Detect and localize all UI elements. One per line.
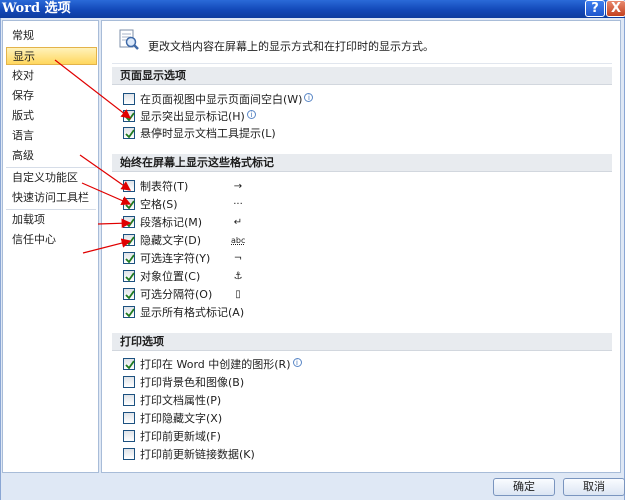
- checkbox-unchecked[interactable]: [123, 394, 135, 406]
- sidebar-item-save[interactable]: 保存: [3, 87, 98, 105]
- option-label: 可选分隔符(O): [140, 288, 213, 301]
- option-spaces[interactable]: 空格(S): [123, 198, 178, 212]
- paragraph-mark-icon: ↵: [233, 217, 243, 228]
- option-label: 对象位置(C): [140, 270, 201, 283]
- checkbox-checked[interactable]: [123, 306, 135, 318]
- checkbox-unchecked[interactable]: [123, 93, 135, 105]
- option-label: 可选连字符(Y): [140, 252, 211, 265]
- option-object-anchors[interactable]: 对象位置(C): [123, 270, 200, 284]
- checkbox-checked[interactable]: [123, 252, 135, 264]
- sidebar-divider: [6, 209, 96, 210]
- checkbox-unchecked[interactable]: [123, 430, 135, 442]
- optional-hyphen-mark-icon: ¬: [233, 253, 243, 264]
- sidebar-item-typography[interactable]: 版式: [3, 107, 98, 125]
- option-show-document-tooltips[interactable]: 悬停时显示文档工具提示(L): [123, 127, 276, 141]
- option-label: 打印隐藏文字(X): [140, 412, 223, 425]
- section-formatting-marks: 始终在屏幕上显示这些格式标记: [112, 154, 612, 172]
- sidebar-item-display[interactable]: 显示: [6, 47, 97, 65]
- option-label: 段落标记(M): [140, 216, 203, 229]
- option-label: 显示所有格式标记(A): [140, 306, 245, 319]
- info-icon: i: [304, 93, 314, 102]
- option-label: 打印在 Word 中创建的图形(R): [140, 358, 291, 371]
- checkbox-unchecked[interactable]: [123, 180, 135, 192]
- sidebar: 常规 显示 校对 保存 版式 语言 高级 自定义功能区 快速访问工具栏 加载项 …: [2, 20, 99, 473]
- ok-button[interactable]: 确定: [493, 478, 555, 496]
- option-label: 打印前更新链接数据(K): [140, 448, 255, 461]
- option-print-hidden-text[interactable]: 打印隐藏文字(X): [123, 412, 222, 426]
- option-hidden-text[interactable]: 隐藏文字(D): [123, 234, 201, 248]
- checkbox-checked[interactable]: [123, 198, 135, 210]
- sidebar-item-proofing[interactable]: 校对: [3, 67, 98, 85]
- option-label: 打印文档属性(P): [140, 394, 222, 407]
- option-paragraph-marks[interactable]: 段落标记(M): [123, 216, 202, 230]
- window-title: Word 选项: [2, 1, 71, 16]
- tab-mark-icon: →: [233, 181, 243, 192]
- option-label: 在页面视图中显示页面间空白(W): [140, 93, 303, 106]
- help-button[interactable]: ?: [585, 0, 605, 17]
- header-divider: [112, 63, 612, 64]
- checkbox-checked[interactable]: [123, 270, 135, 282]
- sidebar-item-language[interactable]: 语言: [3, 127, 98, 145]
- sidebar-item-quick-access-toolbar[interactable]: 快速访问工具栏: [3, 189, 98, 207]
- option-print-document-properties[interactable]: 打印文档属性(P): [123, 394, 221, 408]
- option-label: 显示突出显示标记(H): [140, 110, 245, 123]
- options-panel: 更改文档内容在屏幕上的显示方式和在打印时的显示方式。 页面显示选项 在页面视图中…: [101, 20, 621, 473]
- option-update-fields-before-print[interactable]: 打印前更新域(F): [123, 430, 221, 444]
- cancel-button[interactable]: 取消: [563, 478, 625, 496]
- checkbox-checked[interactable]: [123, 288, 135, 300]
- option-print-drawings[interactable]: 打印在 Word 中创建的图形(R) i: [123, 358, 302, 372]
- option-show-all-formatting-marks[interactable]: 显示所有格式标记(A): [123, 306, 244, 320]
- sidebar-item-addins[interactable]: 加载项: [3, 211, 98, 229]
- sidebar-item-advanced[interactable]: 高级: [3, 147, 98, 165]
- option-optional-hyphens[interactable]: 可选连字符(Y): [123, 252, 210, 266]
- checkbox-checked[interactable]: [123, 358, 135, 370]
- checkbox-checked[interactable]: [123, 110, 135, 122]
- anchor-icon: ⚓: [233, 271, 243, 282]
- hidden-text-mark-icon: abc: [231, 236, 246, 245]
- section-page-display: 页面显示选项: [112, 67, 612, 85]
- option-print-background[interactable]: 打印背景色和图像(B): [123, 376, 244, 390]
- sidebar-item-customize-ribbon[interactable]: 自定义功能区: [3, 169, 98, 187]
- section-print-options: 打印选项: [112, 333, 612, 351]
- checkbox-checked[interactable]: [123, 127, 135, 139]
- close-button[interactable]: X: [606, 0, 625, 17]
- sidebar-item-trust-center[interactable]: 信任中心: [3, 231, 98, 249]
- option-label: 打印背景色和图像(B): [140, 376, 245, 389]
- option-label: 空格(S): [140, 198, 178, 211]
- option-tab-characters[interactable]: 制表符(T): [123, 180, 188, 194]
- option-update-linked-data-before-print[interactable]: 打印前更新链接数据(K): [123, 448, 255, 462]
- checkbox-unchecked[interactable]: [123, 448, 135, 460]
- checkbox-checked[interactable]: [123, 234, 135, 246]
- optional-break-mark-icon: ▯: [235, 289, 241, 300]
- info-icon: i: [246, 110, 256, 119]
- option-show-whitespace[interactable]: 在页面视图中显示页面间空白(W) i: [123, 93, 314, 107]
- title-bar: Word 选项 ? X: [0, 0, 625, 18]
- info-icon: i: [292, 358, 302, 367]
- checkbox-unchecked[interactable]: [123, 412, 135, 424]
- option-label: 打印前更新域(F): [140, 430, 221, 443]
- option-label: 制表符(T): [140, 180, 189, 193]
- option-show-highlighter-marks[interactable]: 显示突出显示标记(H) i: [123, 110, 256, 124]
- sidebar-item-general[interactable]: 常规: [3, 27, 98, 45]
- option-label: 悬停时显示文档工具提示(L): [140, 127, 276, 140]
- display-magnifier-icon: [119, 29, 139, 50]
- option-optional-breaks[interactable]: 可选分隔符(O): [123, 288, 212, 302]
- space-mark-icon: ···: [233, 199, 243, 210]
- checkbox-unchecked[interactable]: [123, 376, 135, 388]
- page-description: 更改文档内容在屏幕上的显示方式和在打印时的显示方式。: [148, 40, 434, 53]
- option-label: 隐藏文字(D): [140, 234, 202, 247]
- sidebar-divider: [6, 167, 96, 168]
- checkbox-checked[interactable]: [123, 216, 135, 228]
